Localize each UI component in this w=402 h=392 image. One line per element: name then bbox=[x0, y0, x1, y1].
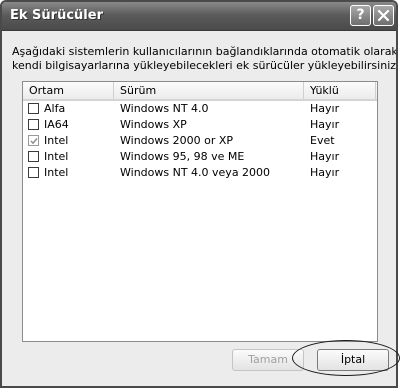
cell-version: Windows NT 4.0 bbox=[120, 102, 209, 115]
help-button[interactable]: ? bbox=[350, 5, 371, 26]
description-text: Aşağıdaki sistemlerin kullanıcılarının b… bbox=[12, 45, 398, 73]
cell-environment: IA64 bbox=[44, 118, 69, 131]
cell-installed: Hayır bbox=[310, 150, 340, 163]
cell-environment: Intel bbox=[44, 134, 69, 147]
checkmark-icon bbox=[30, 138, 38, 145]
cell-version: Windows 2000 or XP bbox=[120, 134, 234, 147]
drivers-list[interactable]: Ortam Sürüm Yüklü Alfa Windows NT 4.0 Ha… bbox=[22, 81, 378, 342]
row-checkbox[interactable] bbox=[28, 167, 39, 178]
cell-environment: Intel bbox=[44, 166, 69, 179]
description-line-2: kendi bilgisayarlarına yükleyebilecekler… bbox=[12, 59, 398, 72]
close-button[interactable] bbox=[373, 5, 394, 26]
help-icon: ? bbox=[356, 7, 365, 23]
cell-environment: Intel bbox=[44, 150, 69, 163]
dialog-title: Ek Sürücüler bbox=[10, 8, 103, 23]
table-row[interactable]: Intel Windows 95, 98 ve ME Hayır bbox=[23, 149, 377, 165]
table-row[interactable]: Intel Windows 2000 or XP Evet bbox=[23, 133, 377, 149]
close-icon bbox=[377, 9, 390, 22]
cell-version: Windows 95, 98 ve ME bbox=[120, 150, 245, 163]
table-row[interactable]: IA64 Windows XP Hayır bbox=[23, 117, 377, 133]
dialog-window: Ek Sürücüler ? Aşağıdaki sistemlerin kul… bbox=[0, 0, 398, 388]
row-checkbox[interactable] bbox=[28, 151, 39, 162]
cell-version: Windows NT 4.0 veya 2000 bbox=[120, 166, 271, 179]
column-header-environment[interactable]: Ortam bbox=[23, 82, 114, 99]
column-header-version[interactable]: Sürüm bbox=[114, 82, 304, 99]
cell-installed: Hayır bbox=[310, 166, 340, 179]
title-bar[interactable]: Ek Sürücüler ? bbox=[2, 2, 396, 31]
list-header: Ortam Sürüm Yüklü bbox=[23, 82, 377, 101]
cancel-button[interactable]: İptal bbox=[317, 349, 389, 371]
description-line-1: Aşağıdaki sistemlerin kullanıcılarının b… bbox=[12, 45, 398, 58]
row-checkbox-checked[interactable] bbox=[28, 135, 39, 146]
cell-installed: Evet bbox=[310, 134, 335, 147]
column-header-installed[interactable]: Yüklü bbox=[304, 82, 376, 99]
ok-button[interactable]: Tamam bbox=[232, 349, 304, 371]
row-checkbox[interactable] bbox=[28, 119, 39, 130]
cell-version: Windows XP bbox=[120, 118, 187, 131]
cell-installed: Hayır bbox=[310, 102, 340, 115]
row-checkbox[interactable] bbox=[28, 103, 39, 114]
table-row[interactable]: Alfa Windows NT 4.0 Hayır bbox=[23, 101, 377, 117]
cell-environment: Alfa bbox=[44, 102, 66, 115]
table-row[interactable]: Intel Windows NT 4.0 veya 2000 Hayır bbox=[23, 165, 377, 181]
cell-installed: Hayır bbox=[310, 118, 340, 131]
